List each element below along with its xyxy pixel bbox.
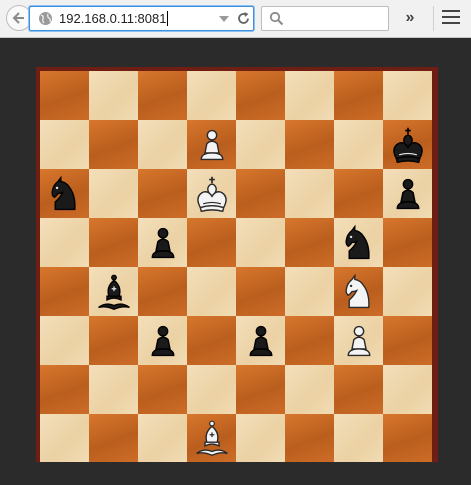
square-c2[interactable] (138, 365, 187, 414)
square-b8[interactable] (89, 71, 138, 120)
square-d3[interactable] (187, 316, 236, 365)
square-e4[interactable] (236, 267, 285, 316)
square-f2[interactable] (285, 365, 334, 414)
square-a2[interactable] (40, 365, 89, 414)
square-h2[interactable] (383, 365, 432, 414)
white-bishop-icon[interactable] (191, 417, 233, 459)
overflow-chevron-icon[interactable]: » (400, 8, 420, 28)
square-d2[interactable] (187, 365, 236, 414)
square-d6[interactable] (187, 169, 236, 218)
square-b5[interactable] (89, 218, 138, 267)
square-d1[interactable] (187, 414, 236, 462)
black-pawn-icon[interactable] (240, 320, 282, 362)
browser-toolbar: 192.168.0.11:8081 » (0, 0, 471, 38)
search-input[interactable] (288, 9, 388, 29)
black-pawn-icon[interactable] (142, 222, 184, 264)
square-e5[interactable] (236, 218, 285, 267)
square-d7[interactable] (187, 120, 236, 169)
url-text: 192.168.0.11:8081 (59, 11, 167, 26)
square-h6[interactable] (383, 169, 432, 218)
black-pawn-icon[interactable] (387, 173, 429, 215)
square-a7[interactable] (40, 120, 89, 169)
white-pawn-icon[interactable] (338, 320, 380, 362)
black-knight-icon[interactable] (338, 222, 380, 264)
white-pawn-icon[interactable] (191, 124, 233, 166)
square-h5[interactable] (383, 218, 432, 267)
chess-board-frame (36, 67, 438, 462)
square-b3[interactable] (89, 316, 138, 365)
reload-icon[interactable] (236, 11, 251, 26)
square-c1[interactable] (138, 414, 187, 462)
square-b4[interactable] (89, 267, 138, 316)
square-h7[interactable] (383, 120, 432, 169)
square-e7[interactable] (236, 120, 285, 169)
square-c3[interactable] (138, 316, 187, 365)
square-a4[interactable] (40, 267, 89, 316)
square-e8[interactable] (236, 71, 285, 120)
black-pawn-icon[interactable] (142, 320, 184, 362)
square-a8[interactable] (40, 71, 89, 120)
square-d4[interactable] (187, 267, 236, 316)
menu-hamburger-icon[interactable] (442, 10, 460, 26)
square-c6[interactable] (138, 169, 187, 218)
square-g7[interactable] (334, 120, 383, 169)
square-f4[interactable] (285, 267, 334, 316)
square-f7[interactable] (285, 120, 334, 169)
square-e6[interactable] (236, 169, 285, 218)
square-b7[interactable] (89, 120, 138, 169)
square-c5[interactable] (138, 218, 187, 267)
black-knight-icon[interactable] (44, 173, 86, 215)
back-arrow-icon (12, 12, 24, 24)
text-caret (167, 11, 169, 26)
white-king-icon[interactable] (191, 173, 233, 215)
square-h3[interactable] (383, 316, 432, 365)
white-knight-icon[interactable] (338, 271, 380, 313)
square-d5[interactable] (187, 218, 236, 267)
black-king-icon[interactable] (387, 124, 429, 166)
square-g8[interactable] (334, 71, 383, 120)
square-g6[interactable] (334, 169, 383, 218)
square-a6[interactable] (40, 169, 89, 218)
page-content (0, 38, 471, 485)
square-b6[interactable] (89, 169, 138, 218)
square-a1[interactable] (40, 414, 89, 462)
square-h8[interactable] (383, 71, 432, 120)
search-icon (269, 11, 284, 26)
toolbar-separator (433, 6, 434, 31)
square-b2[interactable] (89, 365, 138, 414)
search-bar[interactable] (261, 6, 389, 31)
square-e2[interactable] (236, 365, 285, 414)
square-g4[interactable] (334, 267, 383, 316)
square-c7[interactable] (138, 120, 187, 169)
square-h4[interactable] (383, 267, 432, 316)
square-f8[interactable] (285, 71, 334, 120)
square-g2[interactable] (334, 365, 383, 414)
square-a3[interactable] (40, 316, 89, 365)
square-f6[interactable] (285, 169, 334, 218)
square-c4[interactable] (138, 267, 187, 316)
history-dropdown-icon[interactable] (219, 16, 229, 22)
square-d8[interactable] (187, 71, 236, 120)
square-e1[interactable] (236, 414, 285, 462)
square-f1[interactable] (285, 414, 334, 462)
square-b1[interactable] (89, 414, 138, 462)
black-bishop-icon[interactable] (93, 271, 135, 313)
address-input[interactable]: 192.168.0.11:8081 (59, 11, 169, 26)
square-g3[interactable] (334, 316, 383, 365)
square-c8[interactable] (138, 71, 187, 120)
address-bar[interactable]: 192.168.0.11:8081 (29, 6, 254, 31)
square-g5[interactable] (334, 218, 383, 267)
square-f5[interactable] (285, 218, 334, 267)
square-h1[interactable] (383, 414, 432, 462)
globe-icon (39, 12, 52, 25)
square-e3[interactable] (236, 316, 285, 365)
chess-board[interactable] (40, 71, 432, 462)
square-f3[interactable] (285, 316, 334, 365)
square-a5[interactable] (40, 218, 89, 267)
square-g1[interactable] (334, 414, 383, 462)
